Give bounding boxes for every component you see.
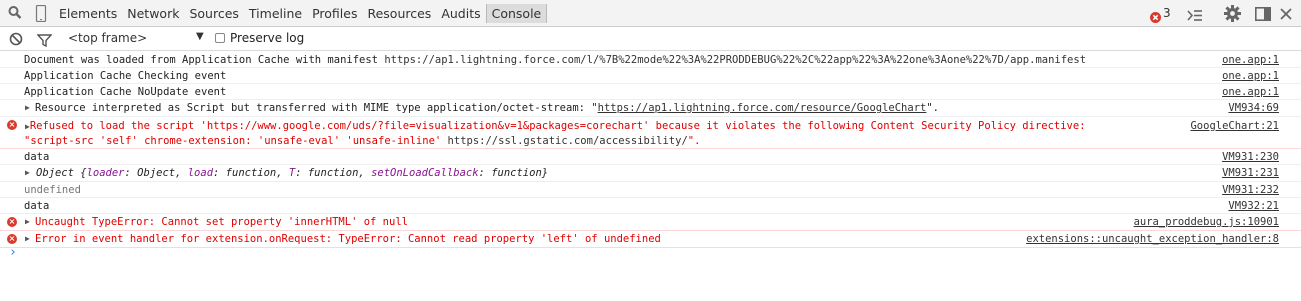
settings-gear-icon[interactable] bbox=[1224, 5, 1241, 22]
message-text: Resource interpreted as Script but trans… bbox=[35, 102, 598, 114]
console-prompt-icon[interactable]: › bbox=[9, 245, 17, 260]
expand-triangle-icon[interactable]: ▶ bbox=[25, 214, 30, 230]
message-source-link[interactable]: VM932:21 bbox=[1228, 198, 1279, 214]
clear-console-icon[interactable] bbox=[9, 31, 23, 48]
error-count-icon[interactable] bbox=[1150, 8, 1161, 25]
object-key: loader bbox=[86, 167, 125, 179]
console-filter-bar: <top frame> ▼ Preserve log bbox=[0, 27, 1301, 51]
message-text-end: ". bbox=[687, 135, 701, 147]
message-text: undefined bbox=[24, 184, 81, 196]
message-text: data bbox=[24, 200, 50, 212]
message-source-link[interactable]: VM931:231 bbox=[1222, 165, 1279, 181]
message-text-2: "script-src 'self' chrome-extension: 'un… bbox=[24, 135, 448, 147]
message-source-link[interactable]: aura_proddebug.js:10901 bbox=[1134, 214, 1279, 230]
tab-console[interactable]: Console bbox=[485, 4, 548, 23]
chevron-down-icon[interactable]: ▼ bbox=[196, 31, 204, 42]
expand-triangle-icon[interactable]: ▶ bbox=[25, 231, 30, 247]
object-key: load bbox=[187, 167, 214, 179]
console-error-message: × ▶ Error in event handler for extension… bbox=[0, 231, 1301, 248]
preserve-log-checkbox[interactable] bbox=[215, 33, 225, 43]
message-source-link[interactable]: one.app:1 bbox=[1222, 52, 1279, 68]
message-source-link[interactable]: GoogleChart:21 bbox=[1190, 118, 1279, 134]
execution-context-select[interactable]: <top frame> bbox=[68, 31, 147, 45]
dock-side-icon[interactable] bbox=[1255, 6, 1271, 23]
expand-triangle-icon[interactable]: ▶ bbox=[25, 165, 30, 181]
console-message: Application Cache Checking event one.app… bbox=[0, 68, 1301, 84]
console-error-message: × ▶Refused to load the script 'https://w… bbox=[0, 117, 1301, 149]
message-text: Application Cache NoUpdate event bbox=[24, 86, 227, 98]
tab-network[interactable]: Network bbox=[122, 0, 184, 27]
console-message: ▶ Resource interpreted as Script but tra… bbox=[0, 100, 1301, 117]
message-source-link[interactable]: VM931:232 bbox=[1222, 182, 1279, 198]
devtools-toolbar: Elements Network Sources Timeline Profil… bbox=[0, 0, 1301, 27]
tab-elements[interactable]: Elements bbox=[54, 0, 122, 27]
message-url[interactable]: https://ssl.gstatic.com/accessibility/ bbox=[448, 135, 688, 147]
tab-timeline[interactable]: Timeline bbox=[244, 0, 307, 27]
tab-profiles[interactable]: Profiles bbox=[307, 0, 362, 27]
object-value: : function, bbox=[295, 167, 372, 179]
preserve-log-label[interactable]: Preserve log bbox=[230, 31, 304, 45]
error-icon: × bbox=[7, 120, 17, 130]
message-text: data bbox=[24, 151, 50, 163]
console-message: data VM931:230 bbox=[0, 149, 1301, 165]
message-url[interactable]: https://ap1.lightning.force.com/l/%7B%22… bbox=[384, 54, 1086, 66]
tab-resources[interactable]: Resources bbox=[362, 0, 436, 27]
object-value: : Object, bbox=[124, 167, 188, 179]
message-source-link[interactable]: VM931:230 bbox=[1222, 149, 1279, 165]
tab-audits[interactable]: Audits bbox=[436, 0, 485, 27]
message-text: Document was loaded from Application Cac… bbox=[24, 54, 385, 66]
message-source-link[interactable]: one.app:1 bbox=[1222, 68, 1279, 84]
error-icon: × bbox=[7, 217, 17, 227]
show-drawer-icon[interactable] bbox=[1187, 7, 1203, 24]
console-object-message: ▶ Object {loader: Object, load: function… bbox=[0, 165, 1301, 182]
filter-icon[interactable] bbox=[36, 32, 53, 49]
error-icon: × bbox=[7, 234, 17, 244]
console-message: Document was loaded from Application Cac… bbox=[0, 52, 1301, 68]
console-message: Application Cache NoUpdate event one.app… bbox=[0, 84, 1301, 100]
object-key: setOnLoadCallback bbox=[371, 167, 479, 179]
message-text: Error in event handler for extension.onR… bbox=[35, 233, 661, 245]
message-source-link[interactable]: one.app:1 bbox=[1222, 84, 1279, 100]
error-count[interactable]: 3 bbox=[1163, 6, 1171, 20]
message-source-link[interactable]: extensions::uncaught_exception_handler:8 bbox=[1026, 231, 1279, 247]
object-value: : function, bbox=[213, 167, 289, 179]
console-message: data VM932:21 bbox=[0, 198, 1301, 214]
message-text-end: ". bbox=[926, 102, 940, 114]
object-value: : function} bbox=[478, 167, 549, 179]
console-message: undefined VM931:232 bbox=[0, 182, 1301, 198]
device-mode-icon[interactable] bbox=[35, 4, 47, 23]
message-url[interactable]: https://ap1.lightning.force.com/resource… bbox=[598, 102, 927, 114]
message-text: Refused to load the script 'https://www.… bbox=[29, 120, 1086, 132]
message-source-link[interactable]: VM934:69 bbox=[1228, 100, 1279, 116]
close-devtools-icon[interactable] bbox=[1279, 6, 1293, 23]
object-prefix: Object { bbox=[36, 167, 87, 179]
console-error-message: × ▶ Uncaught TypeError: Cannot set prope… bbox=[0, 214, 1301, 231]
expand-triangle-icon[interactable]: ▶ bbox=[25, 100, 30, 116]
message-text: Uncaught TypeError: Cannot set property … bbox=[35, 216, 408, 228]
message-text: Application Cache Checking event bbox=[24, 70, 227, 82]
panel-tabs: Elements Network Sources Timeline Profil… bbox=[54, 0, 548, 27]
tab-sources[interactable]: Sources bbox=[184, 0, 243, 27]
search-icon[interactable] bbox=[8, 5, 22, 22]
